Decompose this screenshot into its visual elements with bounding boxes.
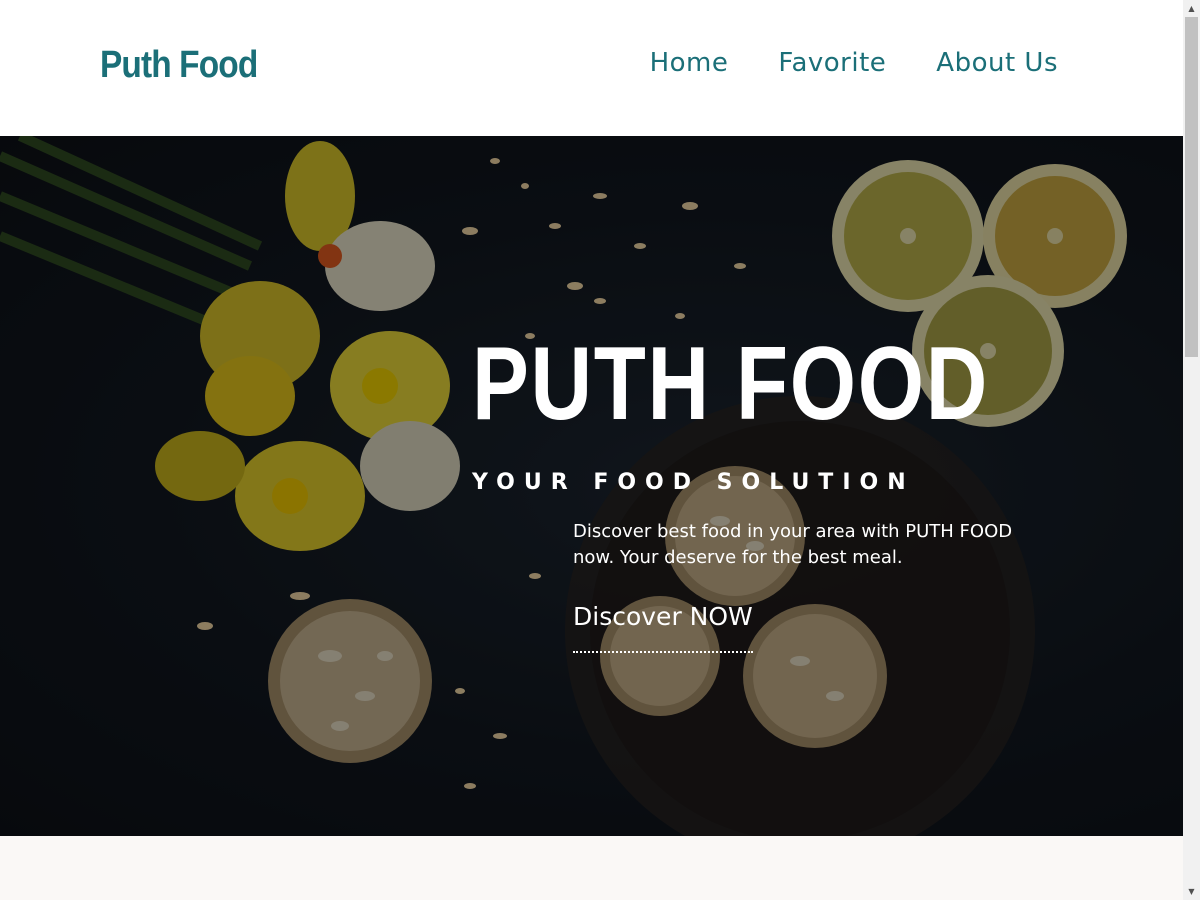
nav-home-link[interactable]: Home xyxy=(650,48,729,78)
chevron-up-icon[interactable]: ▲ xyxy=(1183,0,1200,17)
scrollbar-thumb[interactable] xyxy=(1185,17,1198,357)
nav-about-link[interactable]: About Us xyxy=(936,48,1058,78)
hero-description: Discover best food in your area with PUT… xyxy=(573,521,1013,568)
discover-now-link[interactable]: Discover NOW xyxy=(573,602,753,653)
site-header: Puth Food Home Favorite About Us xyxy=(0,0,1183,136)
page: Puth Food Home Favorite About Us PUTH FO… xyxy=(0,0,1183,900)
chevron-down-icon[interactable]: ▼ xyxy=(1183,883,1200,900)
vertical-scrollbar[interactable]: ▲ ▼ xyxy=(1183,0,1200,900)
main-nav: Home Favorite About Us xyxy=(650,48,1058,78)
site-logo[interactable]: Puth Food xyxy=(100,44,258,87)
nav-favorite-link[interactable]: Favorite xyxy=(778,48,886,78)
hero-title: PUTH FOOD xyxy=(472,326,989,442)
hero-section: PUTH FOOD YOUR FOOD SOLUTION Discover be… xyxy=(0,136,1183,836)
hero-subtitle: YOUR FOOD SOLUTION xyxy=(472,470,915,495)
